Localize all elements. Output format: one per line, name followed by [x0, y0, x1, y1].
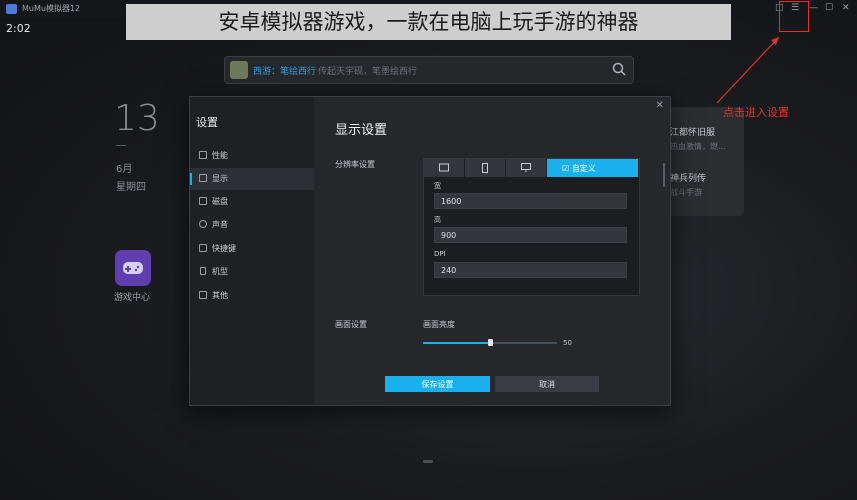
nav-shortcuts[interactable]: 快捷键: [190, 238, 314, 260]
caption-banner: 安卓模拟器游戏，一款在电脑上玩手游的神器: [126, 4, 731, 40]
height-field[interactable]: 900: [434, 227, 627, 243]
nav-shortcuts-label: 快捷键: [212, 244, 236, 253]
nav-display-label: 显示: [212, 174, 228, 183]
nav-performance-label: 性能: [212, 151, 228, 160]
nav-other-label: 其他: [212, 291, 228, 300]
brightness-slider[interactable]: [423, 339, 557, 346]
performance-icon: [199, 151, 207, 159]
nav-sound[interactable]: 声音: [190, 214, 314, 236]
nav-device-model[interactable]: 机型: [190, 261, 314, 283]
sound-icon: [199, 220, 207, 228]
caption-text: 安卓模拟器游戏，一款在电脑上玩手游的神器: [218, 10, 639, 34]
height-label: 高: [434, 216, 441, 224]
width-label: 宽: [434, 182, 441, 190]
brightness-slider-fill: [423, 342, 490, 344]
tab-monitor[interactable]: [506, 159, 547, 177]
width-field[interactable]: 1600: [434, 193, 627, 209]
tab-custom-text: 自定义: [571, 164, 596, 173]
nav-sound-label: 声音: [212, 220, 228, 229]
tab-tablet-landscape[interactable]: [424, 159, 465, 177]
brightness-slider-handle[interactable]: [488, 339, 493, 346]
nav-device-model-label: 机型: [212, 267, 228, 276]
tablet-landscape-icon: [439, 163, 449, 172]
grid-icon: [199, 291, 207, 299]
nav-disk[interactable]: 磁盘: [190, 191, 314, 213]
annotation-note: 点击进入设置: [723, 106, 789, 119]
screen-settings-label: 画面设置: [335, 320, 367, 329]
nav-other[interactable]: 其他: [190, 285, 314, 307]
resolution-label: 分辨率设置: [335, 160, 375, 169]
keyboard-icon: [199, 244, 207, 252]
nav-disk-label: 磁盘: [212, 197, 228, 206]
monitor-icon: [521, 163, 531, 172]
cancel-button[interactable]: 取消: [495, 376, 599, 392]
brightness-label: 画面亮度: [423, 320, 455, 329]
resolution-panel: ☑ 自定义 宽 1600 高 900 DPI 240: [423, 158, 640, 296]
dpi-label: DPI: [434, 250, 446, 258]
phone-icon: [200, 267, 206, 275]
tab-phone-portrait[interactable]: [465, 159, 506, 177]
nav-performance[interactable]: 性能: [190, 145, 314, 167]
phone-portrait-icon: [482, 163, 488, 173]
brightness-value: 50: [563, 339, 572, 347]
settings-title: 设置: [196, 116, 218, 129]
nav-active-indicator: [190, 173, 192, 185]
settings-highlight-box: [779, 1, 809, 32]
close-icon[interactable]: ✕: [656, 100, 664, 111]
edit-icon: ☑: [562, 164, 570, 173]
display-icon: [199, 174, 207, 182]
settings-dialog: 设置 性能 显示 磁盘 声音 快捷键 机型 其他 ✕ 显示设置 分辨率设置 ☑ …: [189, 96, 671, 406]
disk-icon: [199, 197, 207, 205]
settings-scrollbar[interactable]: [663, 163, 665, 187]
tab-custom[interactable]: ☑ 自定义: [547, 159, 639, 177]
tab-custom-label: ☑ 自定义: [562, 163, 596, 174]
settings-sidebar: 设置 性能 显示 磁盘 声音 快捷键 机型 其他: [190, 97, 314, 405]
display-settings-title: 显示设置: [335, 123, 388, 138]
save-settings-button[interactable]: 保存设置: [385, 376, 490, 392]
nav-display[interactable]: 显示: [190, 168, 314, 190]
dpi-field[interactable]: 240: [434, 262, 627, 278]
resolution-tabs: ☑ 自定义: [424, 159, 639, 177]
